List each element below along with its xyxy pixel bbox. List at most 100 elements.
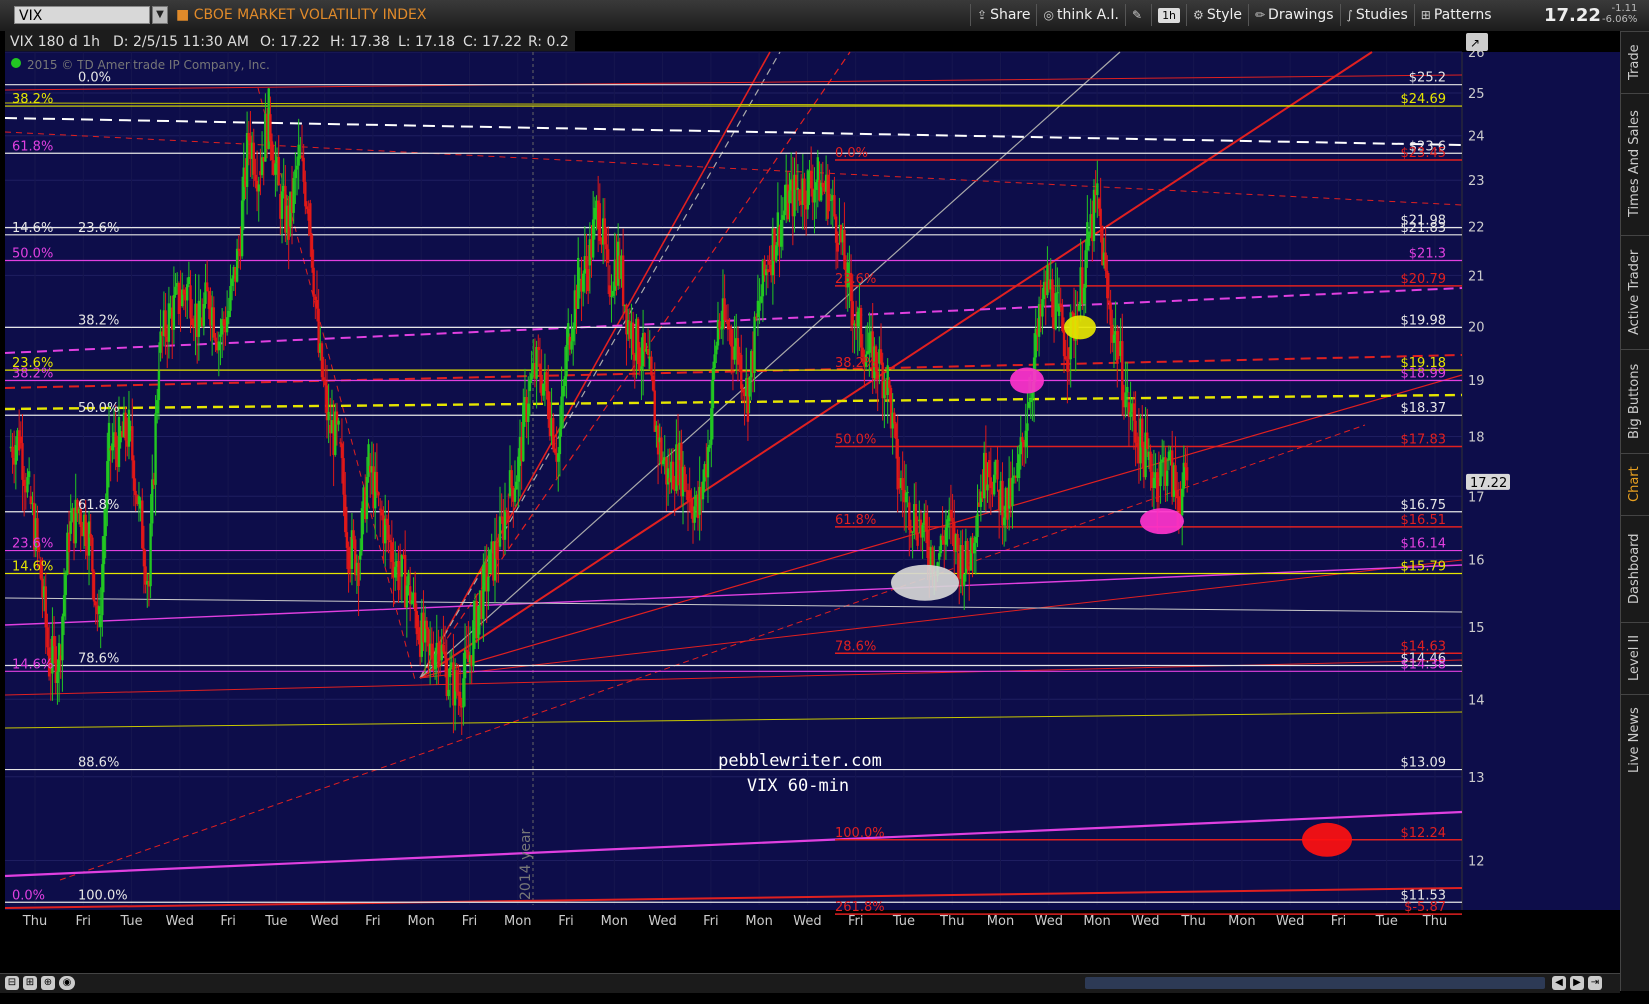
candle-body xyxy=(1180,488,1184,516)
candle-body xyxy=(295,165,299,170)
candle-body xyxy=(11,446,14,458)
right-sidebar: Trade Times And Sales Active Trader Big … xyxy=(1620,31,1649,991)
tab-big-buttons[interactable]: Big Buttons xyxy=(1621,349,1649,452)
scroll-left-icon[interactable]: ◀ xyxy=(1552,976,1566,990)
candle-body xyxy=(327,411,330,421)
candle-body xyxy=(989,477,993,488)
tab-live-news[interactable]: Live News xyxy=(1621,694,1649,785)
candle-body xyxy=(487,576,490,592)
candle-body xyxy=(357,562,360,586)
candle-body xyxy=(908,502,911,530)
share-button[interactable]: ⇪ Share xyxy=(970,4,1036,26)
tab-times-and-sales[interactable]: Times And Sales xyxy=(1621,93,1649,234)
symbol-dropdown-button[interactable]: ▼ xyxy=(152,6,168,24)
y-tick-label: 15 xyxy=(1468,621,1485,636)
fib-label: 50.0% xyxy=(835,432,876,447)
candle-body xyxy=(1134,420,1137,443)
marker-ellipse xyxy=(891,564,959,601)
patterns-button[interactable]: ⊞ Patterns xyxy=(1413,4,1498,26)
expand-icon[interactable]: ◉ xyxy=(59,976,75,990)
bulb-icon: ◎ xyxy=(1043,8,1054,22)
candle-body xyxy=(963,574,966,586)
fib-label: 38.2% xyxy=(12,92,53,107)
candle-body xyxy=(365,476,369,520)
candle-body xyxy=(237,248,240,251)
think-ai-button[interactable]: ◎ think A.I. xyxy=(1036,4,1125,26)
candle-body xyxy=(62,595,66,617)
x-tick-label: Fri xyxy=(220,914,236,929)
time-scroll-track[interactable] xyxy=(1085,977,1545,989)
wrench-icon: ✎ xyxy=(1132,8,1143,22)
price-level-label: $20.79 xyxy=(1401,272,1447,287)
candle-body xyxy=(608,285,612,297)
info-open: O: 17.22 xyxy=(260,34,320,50)
zoom-out-icon[interactable]: ⊟ xyxy=(5,976,19,990)
candle-body xyxy=(46,627,49,648)
instrument-name: ■ CBOE MARKET VOLATILITY INDEX xyxy=(176,7,427,23)
style-button[interactable]: ⚙ Style xyxy=(1186,4,1248,26)
y-tick-label: 26 xyxy=(1468,46,1485,61)
fib-label: 38.2% xyxy=(12,367,53,382)
candle-body xyxy=(131,426,134,461)
price-level-label: $24.69 xyxy=(1401,92,1447,107)
timeframe-button[interactable]: 1h xyxy=(1151,4,1186,26)
timeframe-badge: 1h xyxy=(1158,8,1181,23)
candle-body xyxy=(297,144,300,166)
star-icon[interactable]: ■ xyxy=(176,7,194,23)
bottom-scrollbar: ⊟ ⊞ ⊕ ◉ ◀ ▶ ⇥ xyxy=(0,973,1620,993)
zoom-in-icon[interactable]: ⊞ xyxy=(23,976,37,990)
candle-body xyxy=(322,377,325,382)
drawings-button[interactable]: ✏ Drawings xyxy=(1247,4,1340,26)
candle-body xyxy=(302,157,305,182)
tab-trade[interactable]: Trade xyxy=(1621,31,1649,92)
candle-body xyxy=(189,285,192,319)
candle-body xyxy=(277,156,280,186)
toolbar-buttons: ⇪ Share ◎ think A.I. ✎ 1h ⚙ Style ✏ Drawings… xyxy=(970,4,1498,26)
candle-body xyxy=(829,199,833,201)
settings-button[interactable]: ✎ xyxy=(1125,4,1151,26)
candle-body xyxy=(740,354,743,389)
candle-body xyxy=(876,371,879,380)
price-level-label: $-5.87 xyxy=(1404,900,1446,915)
x-tick-label: Fri xyxy=(558,914,574,929)
candle-body xyxy=(1066,359,1069,372)
y-tick-label: 20 xyxy=(1468,320,1485,335)
tab-chart[interactable]: Chart xyxy=(1621,453,1649,514)
scroll-right-icon[interactable]: ▶ xyxy=(1570,976,1584,990)
candle-body xyxy=(214,337,217,342)
symbol-input[interactable]: VIX xyxy=(14,6,150,24)
candle-body xyxy=(510,470,513,488)
candle-body xyxy=(621,255,625,307)
tab-active-trader[interactable]: Active Trader xyxy=(1621,235,1649,348)
candle-body xyxy=(577,257,580,309)
candle-body xyxy=(557,453,560,462)
candle-body xyxy=(1159,461,1162,487)
fib-label: 14.6% xyxy=(12,221,53,236)
candle-body xyxy=(124,412,127,441)
candle-body xyxy=(300,155,304,158)
candle-body xyxy=(410,600,414,604)
candle-body xyxy=(177,282,181,315)
candle-body xyxy=(69,521,72,534)
candle-body xyxy=(1146,432,1149,449)
candle-body xyxy=(26,477,29,493)
price-chart[interactable]: VIX 180 d 1h D: 2/5/15 11:30 AM O: 17.22… xyxy=(0,31,1620,973)
candle-body xyxy=(1021,437,1024,442)
tab-dashboard[interactable]: Dashboard xyxy=(1621,515,1649,621)
candle-body xyxy=(185,284,189,301)
price-level-label: $16.14 xyxy=(1401,537,1447,552)
candle-body xyxy=(610,295,613,297)
candle-body xyxy=(1011,477,1014,507)
fib-label: 50.0% xyxy=(78,401,119,416)
zoom-fit-icon[interactable]: ⊕ xyxy=(41,976,55,990)
y-tick-label: 22 xyxy=(1468,221,1485,236)
scroll-end-icon[interactable]: ⇥ xyxy=(1588,976,1602,990)
candle-body xyxy=(458,691,462,706)
tab-level-ii[interactable]: Level II xyxy=(1621,622,1649,693)
candle-body xyxy=(976,513,979,538)
candle-body xyxy=(906,492,909,494)
price-level-label: $18.37 xyxy=(1401,401,1447,416)
studies-button[interactable]: ∫ Studies xyxy=(1339,4,1414,26)
candle-body xyxy=(1056,292,1059,294)
candle-body xyxy=(270,141,274,161)
